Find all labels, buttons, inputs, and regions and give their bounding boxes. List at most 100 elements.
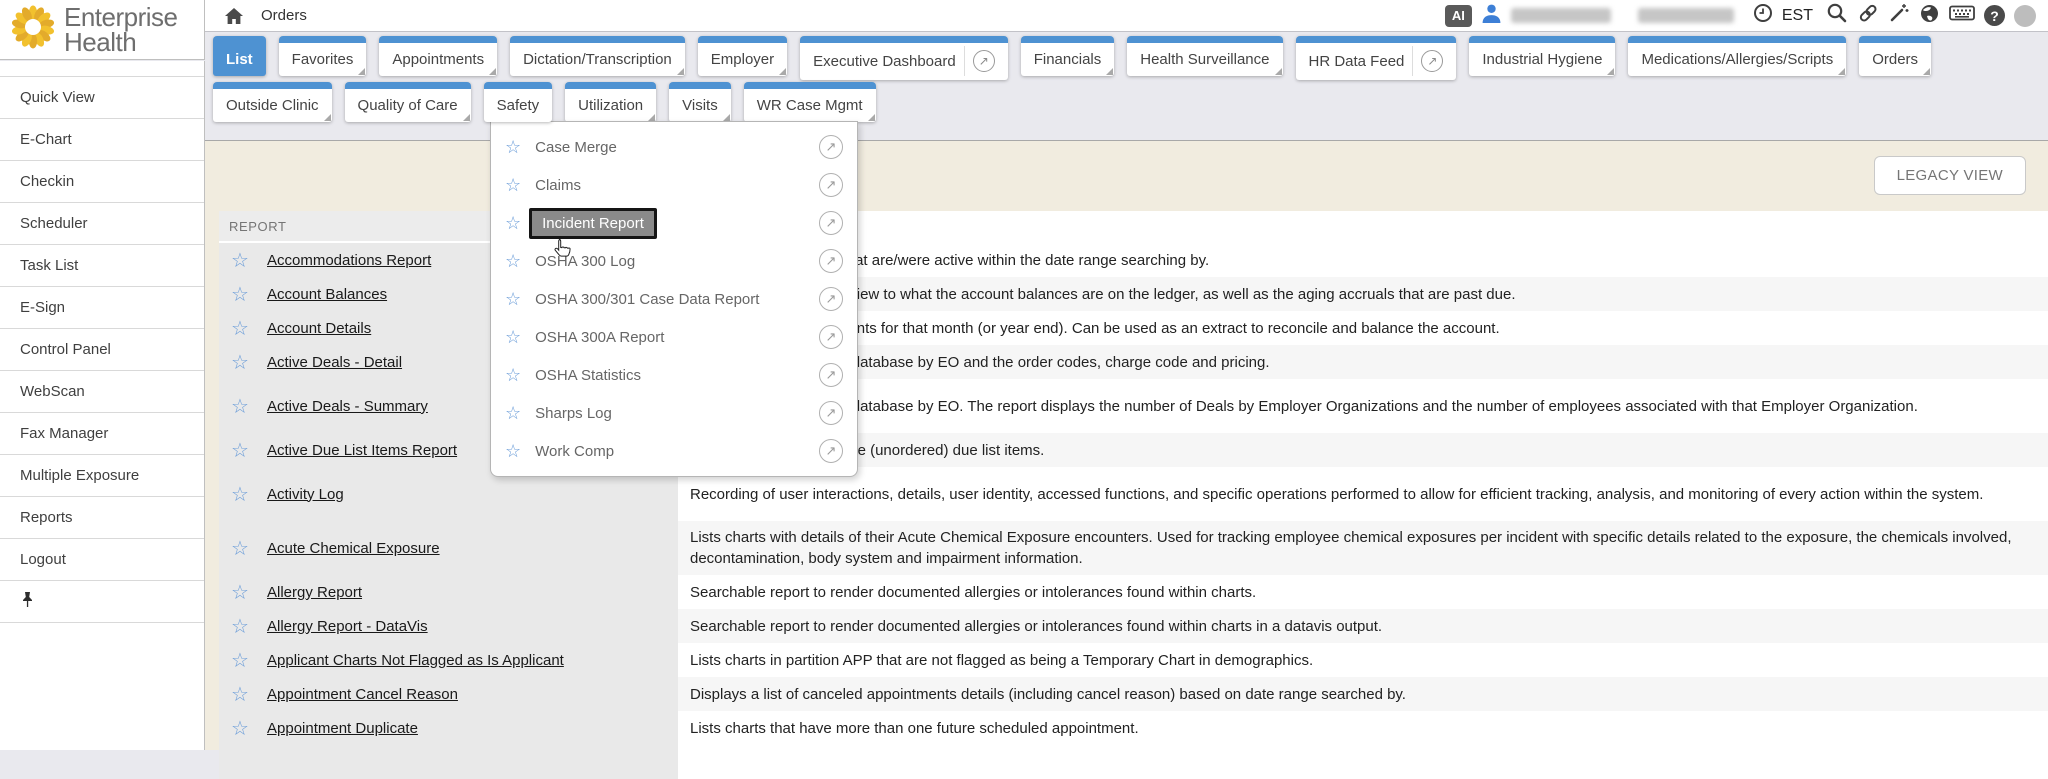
home-icon[interactable] <box>223 6 245 26</box>
legacy-view-button[interactable]: LEGACY VIEW <box>1874 156 2026 195</box>
sidebar-item-reports[interactable]: Reports <box>0 497 204 539</box>
search-icon[interactable] <box>1826 2 1848 29</box>
open-in-new-icon[interactable]: ↗ <box>819 249 843 273</box>
favorite-star-icon[interactable]: ☆ <box>229 438 251 462</box>
report-link-appointment-duplicate[interactable]: Appointment Duplicate <box>267 720 418 737</box>
report-link-account-details[interactable]: Account Details <box>267 320 371 337</box>
description-column-header <box>678 211 2048 241</box>
tab-wr-case-mgmt[interactable]: WR Case Mgmt <box>744 82 876 122</box>
tab-financials[interactable]: Financials <box>1021 36 1115 76</box>
tab-list[interactable]: List <box>213 36 266 76</box>
favorite-star-icon[interactable]: ☆ <box>229 316 251 340</box>
tab-appointments[interactable]: Appointments <box>379 36 497 76</box>
favorite-star-icon[interactable]: ☆ <box>229 394 251 418</box>
menu-item-osha-statistics[interactable]: ☆OSHA Statistics↗ <box>491 356 857 394</box>
tab-executive-dashboard[interactable]: Executive Dashboard↗ <box>800 36 1008 80</box>
report-link-allergy-report[interactable]: Allergy Report <box>267 584 362 601</box>
report-link-active-deals-summary[interactable]: Active Deals - Summary <box>267 398 428 415</box>
sidebar-item-webscan[interactable]: WebScan <box>0 371 204 413</box>
tab-medications-allergies-scripts[interactable]: Medications/Allergies/Scripts <box>1628 36 1846 76</box>
favorite-star-icon[interactable]: ☆ <box>505 251 521 272</box>
sidebar-item-e-sign[interactable]: E-Sign <box>0 287 204 329</box>
favorite-star-icon[interactable]: ☆ <box>505 365 521 386</box>
favorite-star-icon[interactable]: ☆ <box>229 536 251 560</box>
tab-quality-of-care[interactable]: Quality of Care <box>345 82 471 122</box>
menu-item-sharps-log[interactable]: ☆Sharps Log↗ <box>491 394 857 432</box>
sidebar-item-e-chart[interactable]: E-Chart <box>0 119 204 161</box>
globe-icon[interactable] <box>1919 3 1940 29</box>
keyboard-icon[interactable] <box>1949 3 1975 28</box>
menu-item-case-merge[interactable]: ☆Case Merge↗ <box>491 128 857 166</box>
tab-favorites[interactable]: Favorites <box>279 36 367 76</box>
favorite-star-icon[interactable]: ☆ <box>229 614 251 638</box>
tab-orders[interactable]: Orders <box>1859 36 1931 76</box>
menu-item-osha-300-log[interactable]: ☆OSHA 300 Log↗ <box>491 242 857 280</box>
clock-icon[interactable] <box>1753 3 1773 28</box>
report-link-activity-log[interactable]: Activity Log <box>267 486 344 503</box>
favorite-star-icon[interactable]: ☆ <box>505 403 521 424</box>
favorite-star-icon[interactable]: ☆ <box>229 682 251 706</box>
wand-icon[interactable] <box>1888 2 1910 29</box>
sidebar-item-control-panel[interactable]: Control Panel <box>0 329 204 371</box>
tab-visits[interactable]: Visits <box>669 82 731 122</box>
open-in-new-icon[interactable]: ↗ <box>819 135 843 159</box>
sidebar-item-multiple-exposure[interactable]: Multiple Exposure <box>0 455 204 497</box>
menu-item-work-comp[interactable]: ☆Work Comp↗ <box>491 432 857 470</box>
tab-dictation-transcription[interactable]: Dictation/Transcription <box>510 36 685 76</box>
menu-item-osha-300-301-case-data-report[interactable]: ☆OSHA 300/301 Case Data Report↗ <box>491 280 857 318</box>
favorite-star-icon[interactable]: ☆ <box>505 441 521 462</box>
open-in-new-icon[interactable]: ↗ <box>819 211 843 235</box>
favorite-star-icon[interactable]: ☆ <box>229 350 251 374</box>
sidebar-item-scheduler[interactable]: Scheduler <box>0 203 204 245</box>
favorite-star-icon[interactable]: ☆ <box>229 648 251 672</box>
menu-item-incident-report[interactable]: ☆Incident Report↗ <box>491 204 857 242</box>
report-link-account-balances[interactable]: Account Balances <box>267 286 387 303</box>
report-link-applicant-charts-not-flagged-as-is-applicant[interactable]: Applicant Charts Not Flagged as Is Appli… <box>267 652 564 669</box>
report-link-acute-chemical-exposure[interactable]: Acute Chemical Exposure <box>267 540 440 557</box>
favorite-star-icon[interactable]: ☆ <box>505 289 521 310</box>
tab-outside-clinic[interactable]: Outside Clinic <box>213 82 332 122</box>
sidebar-item-logout[interactable]: Logout <box>0 539 204 581</box>
tab-health-surveillance[interactable]: Health Surveillance <box>1127 36 1282 76</box>
sidebar-item-checkin[interactable]: Checkin <box>0 161 204 203</box>
menu-item-osha-300a-report[interactable]: ☆OSHA 300A Report↗ <box>491 318 857 356</box>
open-in-new-icon[interactable]: ↗ <box>819 325 843 349</box>
favorite-star-icon[interactable]: ☆ <box>229 282 251 306</box>
favorite-star-icon[interactable]: ☆ <box>229 580 251 604</box>
report-link-active-deals-detail[interactable]: Active Deals - Detail <box>267 354 402 371</box>
tab-employer[interactable]: Employer <box>698 36 787 76</box>
sidebar-item-fax-manager[interactable]: Fax Manager <box>0 413 204 455</box>
report-link-appointment-cancel-reason[interactable]: Appointment Cancel Reason <box>267 686 458 703</box>
ai-badge[interactable]: AI <box>1445 5 1472 27</box>
open-in-new-icon[interactable]: ↗ <box>819 287 843 311</box>
user-icon[interactable] <box>1481 3 1502 29</box>
menu-item-claims[interactable]: ☆Claims↗ <box>491 166 857 204</box>
favorite-star-icon[interactable]: ☆ <box>229 716 251 740</box>
tab-industrial-hygiene[interactable]: Industrial Hygiene <box>1469 36 1615 76</box>
open-in-new-icon[interactable]: ↗ <box>819 439 843 463</box>
report-link-allergy-report-datavis[interactable]: Allergy Report - DataVis <box>267 618 428 635</box>
external-link-icon[interactable]: ↗ <box>973 50 995 72</box>
favorite-star-icon[interactable]: ☆ <box>229 482 251 506</box>
open-in-new-icon[interactable]: ↗ <box>819 363 843 387</box>
sidebar-item-quick-view[interactable]: Quick View <box>0 77 204 119</box>
favorite-star-icon[interactable]: ☆ <box>229 248 251 272</box>
report-link-active-due-list-items-report[interactable]: Active Due List Items Report <box>267 442 457 459</box>
tab-utilization[interactable]: Utilization <box>565 82 656 122</box>
favorite-star-icon[interactable]: ☆ <box>505 175 521 196</box>
help-icon[interactable]: ? <box>1984 5 2005 26</box>
sidebar-pin-button[interactable] <box>0 581 204 623</box>
link-icon[interactable] <box>1857 2 1879 29</box>
tab-label: Quality of Care <box>358 97 458 114</box>
open-in-new-icon[interactable]: ↗ <box>819 401 843 425</box>
favorite-star-icon[interactable]: ☆ <box>505 137 521 158</box>
open-in-new-icon[interactable]: ↗ <box>819 173 843 197</box>
favorite-star-icon[interactable]: ☆ <box>505 327 521 348</box>
sidebar-item-task-list[interactable]: Task List <box>0 245 204 287</box>
external-link-icon[interactable]: ↗ <box>1421 50 1443 72</box>
tab-safety[interactable]: Safety <box>484 82 553 122</box>
tab-hr-data-feed[interactable]: HR Data Feed↗ <box>1296 36 1457 80</box>
avatar-circle[interactable] <box>2014 5 2036 27</box>
favorite-star-icon[interactable]: ☆ <box>505 213 521 234</box>
report-link-accommodations-report[interactable]: Accommodations Report <box>267 252 431 269</box>
